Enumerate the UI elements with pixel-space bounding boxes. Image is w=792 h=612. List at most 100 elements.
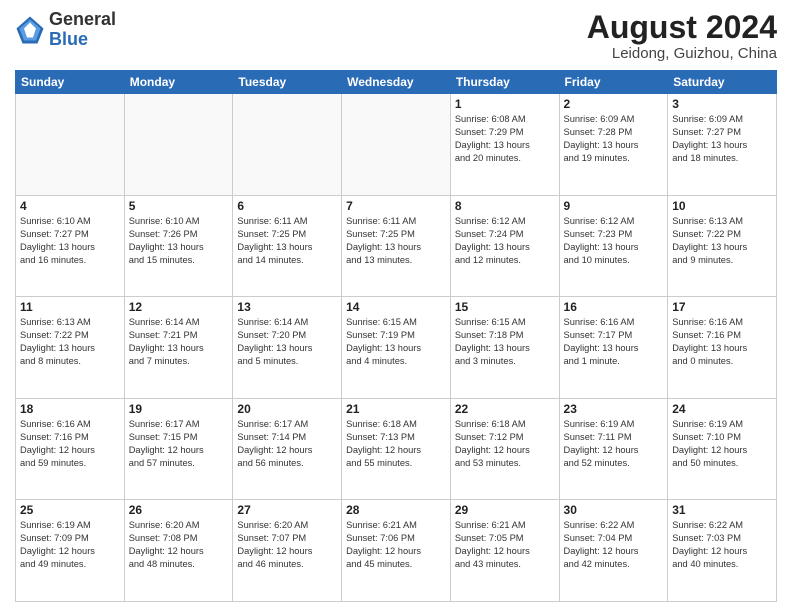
day-number: 28 xyxy=(346,503,446,517)
day-info: Sunrise: 6:12 AM Sunset: 7:23 PM Dayligh… xyxy=(564,215,664,267)
day-info: Sunrise: 6:10 AM Sunset: 7:26 PM Dayligh… xyxy=(129,215,229,267)
calendar-cell: 25 Sunrise: 6:19 AM Sunset: 7:09 PM Dayli… xyxy=(16,500,125,602)
day-info: Sunrise: 6:09 AM Sunset: 7:27 PM Dayligh… xyxy=(672,113,772,165)
day-number: 23 xyxy=(564,402,664,416)
calendar-cell: 21 Sunrise: 6:18 AM Sunset: 7:13 PM Dayli… xyxy=(342,398,451,500)
day-info: Sunrise: 6:13 AM Sunset: 7:22 PM Dayligh… xyxy=(672,215,772,267)
logo-text: General Blue xyxy=(49,10,116,50)
day-info: Sunrise: 6:16 AM Sunset: 7:17 PM Dayligh… xyxy=(564,316,664,368)
calendar-cell: 1Sunrise: 6:08 AM Sunset: 7:29 PM Daylig… xyxy=(450,94,559,196)
day-number: 29 xyxy=(455,503,555,517)
day-info: Sunrise: 6:16 AM Sunset: 7:16 PM Dayligh… xyxy=(20,418,120,470)
day-info: Sunrise: 6:12 AM Sunset: 7:24 PM Dayligh… xyxy=(455,215,555,267)
day-info: Sunrise: 6:08 AM Sunset: 7:29 PM Dayligh… xyxy=(455,113,555,165)
day-number: 2 xyxy=(564,97,664,111)
day-info: Sunrise: 6:19 AM Sunset: 7:10 PM Dayligh… xyxy=(672,418,772,470)
day-info: Sunrise: 6:21 AM Sunset: 7:06 PM Dayligh… xyxy=(346,519,446,571)
calendar-cell: 9 Sunrise: 6:12 AM Sunset: 7:23 PM Daylig… xyxy=(559,195,668,297)
day-number: 21 xyxy=(346,402,446,416)
day-number: 11 xyxy=(20,300,120,314)
calendar-table: Sunday Monday Tuesday Wednesday Thursday… xyxy=(15,70,777,602)
day-number: 30 xyxy=(564,503,664,517)
calendar-week-2: 4 Sunrise: 6:10 AM Sunset: 7:27 PM Daylig… xyxy=(16,195,777,297)
calendar-cell: 2 Sunrise: 6:09 AM Sunset: 7:28 PM Daylig… xyxy=(559,94,668,196)
day-number: 22 xyxy=(455,402,555,416)
calendar-week-5: 25 Sunrise: 6:19 AM Sunset: 7:09 PM Dayli… xyxy=(16,500,777,602)
day-number: 16 xyxy=(564,300,664,314)
calendar-cell: 23 Sunrise: 6:19 AM Sunset: 7:11 PM Dayli… xyxy=(559,398,668,500)
day-info: Sunrise: 6:10 AM Sunset: 7:27 PM Dayligh… xyxy=(20,215,120,267)
calendar-cell xyxy=(342,94,451,196)
calendar-week-1: 1Sunrise: 6:08 AM Sunset: 7:29 PM Daylig… xyxy=(16,94,777,196)
month-year: August 2024 xyxy=(587,10,777,45)
day-info: Sunrise: 6:22 AM Sunset: 7:03 PM Dayligh… xyxy=(672,519,772,571)
calendar-header: Sunday Monday Tuesday Wednesday Thursday… xyxy=(16,71,777,94)
day-info: Sunrise: 6:13 AM Sunset: 7:22 PM Dayligh… xyxy=(20,316,120,368)
day-info: Sunrise: 6:20 AM Sunset: 7:07 PM Dayligh… xyxy=(237,519,337,571)
header-tuesday: Tuesday xyxy=(233,71,342,94)
day-number: 26 xyxy=(129,503,229,517)
day-number: 31 xyxy=(672,503,772,517)
calendar-cell: 11 Sunrise: 6:13 AM Sunset: 7:22 PM Dayli… xyxy=(16,297,125,399)
day-info: Sunrise: 6:11 AM Sunset: 7:25 PM Dayligh… xyxy=(346,215,446,267)
day-number: 14 xyxy=(346,300,446,314)
calendar-cell: 13 Sunrise: 6:14 AM Sunset: 7:20 PM Dayli… xyxy=(233,297,342,399)
calendar-cell: 18 Sunrise: 6:16 AM Sunset: 7:16 PM Dayli… xyxy=(16,398,125,500)
calendar-cell xyxy=(124,94,233,196)
day-info: Sunrise: 6:15 AM Sunset: 7:19 PM Dayligh… xyxy=(346,316,446,368)
day-info: Sunrise: 6:19 AM Sunset: 7:09 PM Dayligh… xyxy=(20,519,120,571)
day-number: 15 xyxy=(455,300,555,314)
calendar-cell: 26 Sunrise: 6:20 AM Sunset: 7:08 PM Dayli… xyxy=(124,500,233,602)
day-number: 4 xyxy=(20,199,120,213)
day-info: Sunrise: 6:09 AM Sunset: 7:28 PM Dayligh… xyxy=(564,113,664,165)
calendar-cell: 24 Sunrise: 6:19 AM Sunset: 7:10 PM Dayli… xyxy=(668,398,777,500)
calendar-week-4: 18 Sunrise: 6:16 AM Sunset: 7:16 PM Dayli… xyxy=(16,398,777,500)
day-number: 24 xyxy=(672,402,772,416)
day-number: 25 xyxy=(20,503,120,517)
calendar-body: 1Sunrise: 6:08 AM Sunset: 7:29 PM Daylig… xyxy=(16,94,777,602)
calendar-cell: 12 Sunrise: 6:14 AM Sunset: 7:21 PM Dayli… xyxy=(124,297,233,399)
calendar-cell xyxy=(233,94,342,196)
calendar-cell: 20Sunrise: 6:17 AM Sunset: 7:14 PM Dayli… xyxy=(233,398,342,500)
calendar-cell: 10 Sunrise: 6:13 AM Sunset: 7:22 PM Dayli… xyxy=(668,195,777,297)
calendar-cell: 31 Sunrise: 6:22 AM Sunset: 7:03 PM Dayli… xyxy=(668,500,777,602)
header-thursday: Thursday xyxy=(450,71,559,94)
calendar-cell: 29 Sunrise: 6:21 AM Sunset: 7:05 PM Dayli… xyxy=(450,500,559,602)
calendar-cell: 28 Sunrise: 6:21 AM Sunset: 7:06 PM Dayli… xyxy=(342,500,451,602)
day-info: Sunrise: 6:11 AM Sunset: 7:25 PM Dayligh… xyxy=(237,215,337,267)
logo: General Blue xyxy=(15,10,116,50)
day-number: 19 xyxy=(129,402,229,416)
day-info: Sunrise: 6:22 AM Sunset: 7:04 PM Dayligh… xyxy=(564,519,664,571)
day-number: 10 xyxy=(672,199,772,213)
calendar-cell: 15 Sunrise: 6:15 AM Sunset: 7:18 PM Dayli… xyxy=(450,297,559,399)
calendar-cell: 22 Sunrise: 6:18 AM Sunset: 7:12 PM Dayli… xyxy=(450,398,559,500)
day-info: Sunrise: 6:19 AM Sunset: 7:11 PM Dayligh… xyxy=(564,418,664,470)
day-number: 13 xyxy=(237,300,337,314)
day-number: 20 xyxy=(237,402,337,416)
day-info: Sunrise: 6:21 AM Sunset: 7:05 PM Dayligh… xyxy=(455,519,555,571)
day-info: Sunrise: 6:18 AM Sunset: 7:12 PM Dayligh… xyxy=(455,418,555,470)
day-number: 7 xyxy=(346,199,446,213)
title-section: August 2024 Leidong, Guizhou, China xyxy=(587,10,777,62)
day-info: Sunrise: 6:14 AM Sunset: 7:21 PM Dayligh… xyxy=(129,316,229,368)
day-info: Sunrise: 6:18 AM Sunset: 7:13 PM Dayligh… xyxy=(346,418,446,470)
header-sunday: Sunday xyxy=(16,71,125,94)
day-info: Sunrise: 6:20 AM Sunset: 7:08 PM Dayligh… xyxy=(129,519,229,571)
calendar-cell: 30 Sunrise: 6:22 AM Sunset: 7:04 PM Dayli… xyxy=(559,500,668,602)
day-number: 18 xyxy=(20,402,120,416)
day-number: 17 xyxy=(672,300,772,314)
weekday-header-row: Sunday Monday Tuesday Wednesday Thursday… xyxy=(16,71,777,94)
day-number: 9 xyxy=(564,199,664,213)
header-wednesday: Wednesday xyxy=(342,71,451,94)
day-info: Sunrise: 6:14 AM Sunset: 7:20 PM Dayligh… xyxy=(237,316,337,368)
calendar-cell: 3Sunrise: 6:09 AM Sunset: 7:27 PM Daylig… xyxy=(668,94,777,196)
calendar-cell: 19Sunrise: 6:17 AM Sunset: 7:15 PM Dayli… xyxy=(124,398,233,500)
day-number: 12 xyxy=(129,300,229,314)
calendar-cell: 27Sunrise: 6:20 AM Sunset: 7:07 PM Dayli… xyxy=(233,500,342,602)
calendar-cell xyxy=(16,94,125,196)
calendar-cell: 4 Sunrise: 6:10 AM Sunset: 7:27 PM Daylig… xyxy=(16,195,125,297)
logo-general-text: General xyxy=(49,10,116,30)
calendar-cell: 17Sunrise: 6:16 AM Sunset: 7:16 PM Dayli… xyxy=(668,297,777,399)
header-saturday: Saturday xyxy=(668,71,777,94)
day-info: Sunrise: 6:15 AM Sunset: 7:18 PM Dayligh… xyxy=(455,316,555,368)
